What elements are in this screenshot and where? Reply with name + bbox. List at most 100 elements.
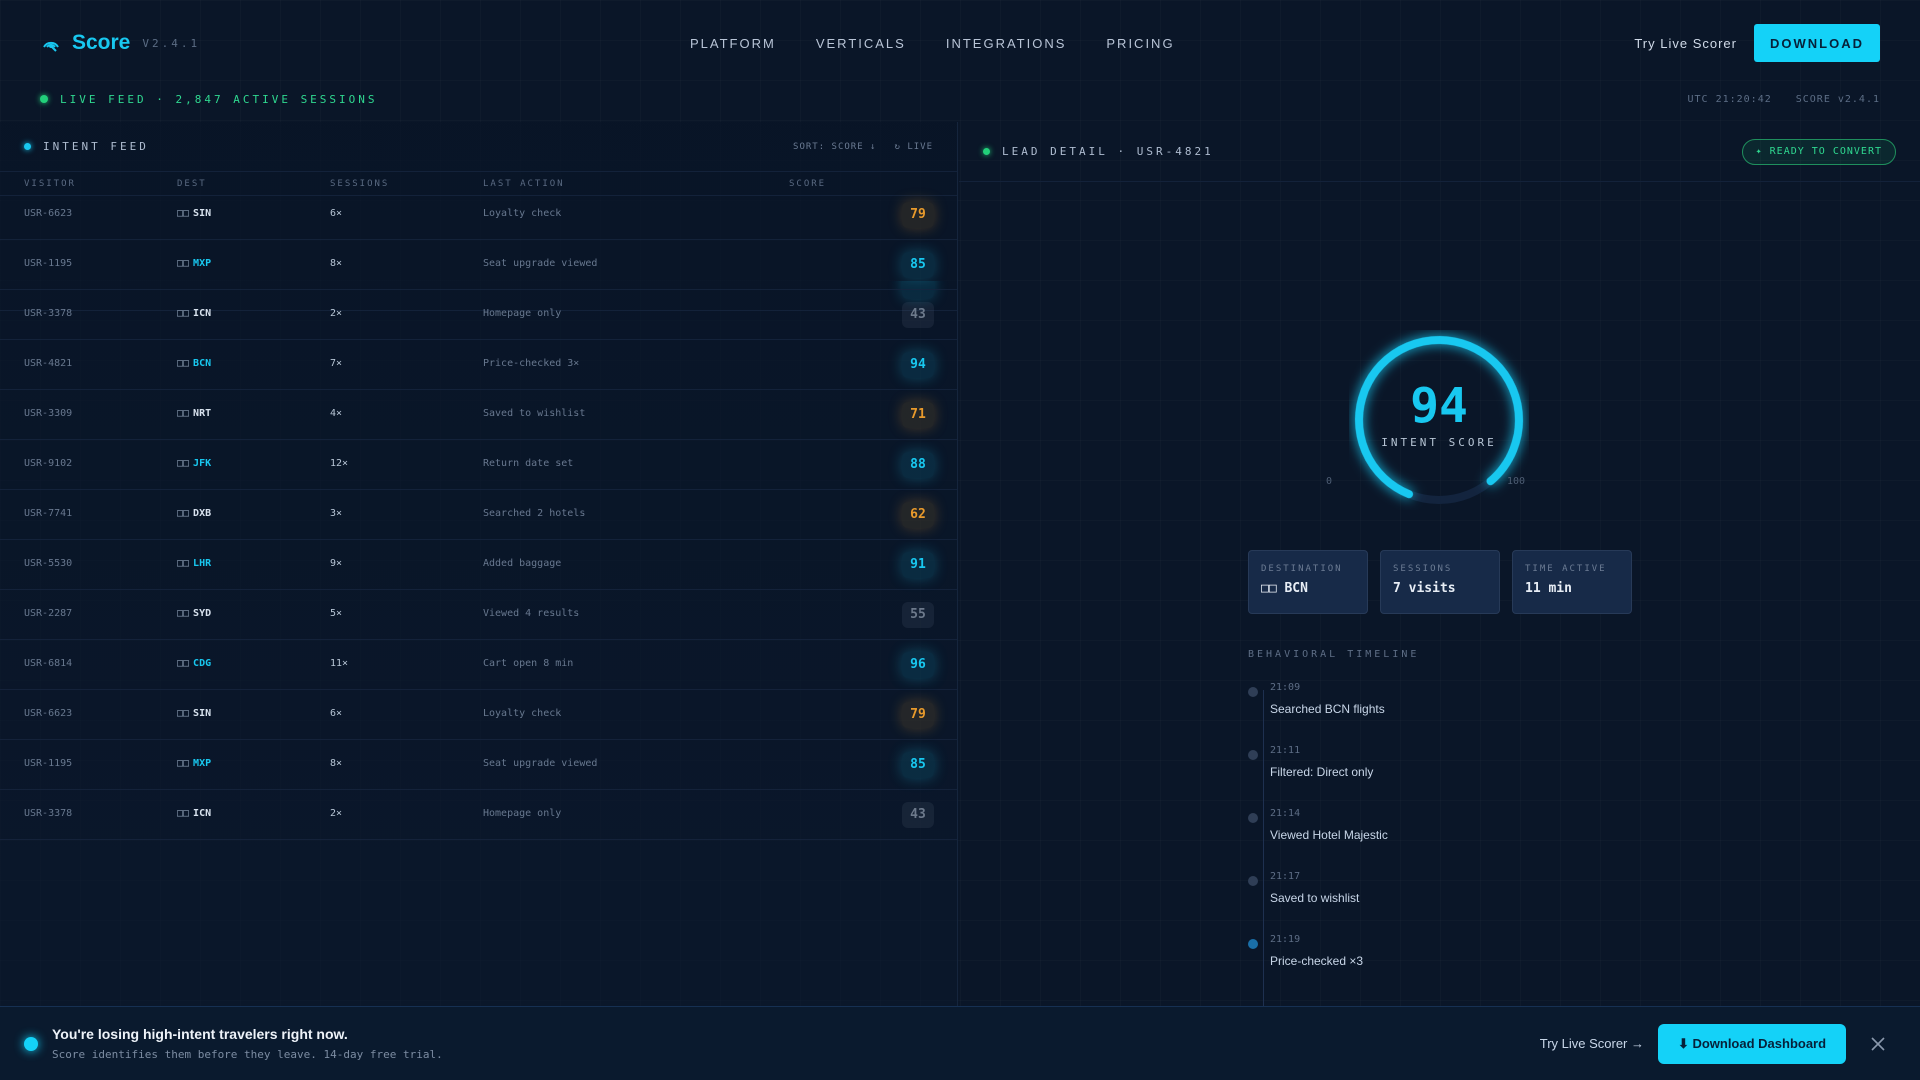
gauge-text: 94 INTENT SCORE: [1349, 330, 1529, 510]
session-count: 2×: [330, 308, 343, 319]
sort-score-control[interactable]: SORT: SCORE ↓: [793, 142, 876, 152]
visitor-id: USR-3378: [24, 808, 73, 819]
table-row[interactable]: USR-6814 □□ CDG 11× Cart open 8 min 96: [0, 640, 957, 690]
col-sessions[interactable]: SESSIONS: [330, 179, 389, 189]
destination-code: SIN: [193, 208, 212, 219]
download-button[interactable]: DOWNLOAD: [1754, 24, 1880, 62]
session-count: 12×: [330, 458, 349, 469]
destination: □□ ICN: [177, 808, 211, 819]
download-dashboard-button[interactable]: ⬇ Download Dashboard: [1658, 1023, 1846, 1064]
table-row[interactable]: USR-3378 □□ ICN 2× Homepage only 43: [0, 290, 957, 340]
session-count: 3×: [330, 508, 343, 519]
utc-clock: UTC 21:20:42: [1687, 93, 1772, 105]
last-action: Return date set: [483, 458, 574, 469]
conversion-banner: You're losing high-intent travelers righ…: [0, 1006, 1920, 1080]
table-row[interactable]: USR-4821 □□ BCN 7× Price-checked 3× 94: [0, 340, 957, 390]
visitor-id: USR-5530: [24, 558, 73, 569]
flag-icon: □□: [177, 608, 190, 619]
nav-platform[interactable]: PLATFORM: [690, 36, 776, 51]
timeline-dot-icon: [1248, 687, 1258, 697]
feed-status-dot: [24, 143, 31, 150]
visitor-id: USR-9102: [24, 458, 73, 469]
table-row[interactable]: USR-1195 □□ MXP 8× Seat upgrade viewed 85: [0, 740, 957, 790]
col-last-action[interactable]: LAST ACTION: [483, 179, 565, 189]
destination-code: SIN: [193, 708, 212, 719]
destination-code: ICN: [193, 808, 212, 819]
top-nav: Score V2.4.1 PLATFORM VERTICALS INTEGRAT…: [0, 0, 1920, 86]
score-badge: 79: [902, 702, 934, 728]
col-score[interactable]: SCORE: [789, 179, 826, 189]
brand[interactable]: Score V2.4.1: [40, 31, 200, 55]
destination: □□ SIN: [177, 708, 211, 719]
nav-links: PLATFORM VERTICALS INTEGRATIONS PRICING: [690, 0, 1175, 86]
last-action: Homepage only: [483, 308, 562, 319]
table-row[interactable]: USR-7741 □□ DXB 3× Searched 2 hotels 62: [0, 490, 957, 540]
visitor-id: USR-3378: [24, 308, 73, 319]
banner-pulse-dot: [24, 1036, 38, 1051]
score-version: SCORE v2.4.1: [1795, 93, 1880, 105]
visitor-id: USR-6623: [24, 208, 73, 219]
nav-integrations[interactable]: INTEGRATIONS: [946, 36, 1067, 51]
timeline-event: Price-checked ×3: [1270, 954, 1364, 968]
stat-destination: DESTINATION □□ BCN: [1248, 550, 1368, 614]
visitor-id: USR-6623: [24, 708, 73, 719]
destination-code: SYD: [193, 608, 212, 619]
timeline-item: 21:09 Searched BCN flights: [1248, 682, 1748, 745]
destination: □□ MXP: [177, 758, 211, 769]
stat-label: TIME ACTIVE: [1525, 564, 1607, 574]
destination-code: BCN: [193, 358, 212, 369]
destination-code: MXP: [193, 758, 212, 769]
intent-feed-panel: INTENT FEED SORT: SCORE ↓ ↻ LIVE VISITOR…: [0, 122, 958, 1006]
flag-icon: □□: [177, 808, 190, 819]
stat-value: 11 min: [1525, 581, 1572, 596]
table-row[interactable]: USR-9102 □□ JFK 12× Return date set 88: [0, 440, 957, 490]
banner-actions: Try Live Scorer → ⬇ Download Dashboard: [1540, 1023, 1896, 1064]
destination: □□ DXB: [177, 508, 211, 519]
flag-icon: □□: [177, 758, 190, 769]
intent-score-value: 94: [1410, 378, 1468, 434]
radar-logo-icon: [43, 41, 59, 52]
flag-icon: □□: [177, 658, 190, 669]
destination: □□ LHR: [177, 558, 211, 569]
lead-detail-panel: LEAD DETAIL · USR-4821 ✦ READY TO CONVER…: [959, 122, 1920, 1006]
destination-code: MXP: [193, 258, 212, 269]
session-count: 9×: [330, 558, 343, 569]
visitor-id: USR-4821: [24, 358, 73, 369]
nav-pricing[interactable]: PRICING: [1106, 36, 1174, 51]
score-badge: 71: [902, 402, 934, 428]
destination: □□ JFK: [177, 458, 211, 469]
flag-icon: □□: [177, 258, 190, 269]
destination: □□ NRT: [177, 408, 211, 419]
timeline-time: 21:14: [1270, 808, 1301, 819]
brand-version: V2.4.1: [142, 36, 201, 50]
session-count: 6×: [330, 208, 343, 219]
live-toggle[interactable]: ↻ LIVE: [894, 142, 933, 152]
table-row[interactable]: USR-6623 □□ SIN 6× Loyalty check 79: [0, 190, 957, 240]
table-row[interactable]: USR-1195 □□ MXP 8× Seat upgrade viewed 85: [0, 240, 957, 290]
flag-icon: □□: [177, 708, 190, 719]
table-row[interactable]: USR-5530 □□ LHR 9× Added baggage 91: [0, 540, 957, 590]
stat-sessions: SESSIONS 7 visits: [1380, 550, 1500, 614]
try-live-scorer-link[interactable]: Try Live Scorer: [1634, 36, 1737, 51]
table-row[interactable]: USR-3309 □□ NRT 4× Saved to wishlist 71: [0, 390, 957, 440]
banner-try-live-link[interactable]: Try Live Scorer →: [1540, 1036, 1644, 1051]
table-row[interactable]: USR-3378 □□ ICN 2× Homepage only 43: [0, 790, 957, 840]
detail-status-dot: [983, 148, 990, 155]
gauge-min-label: 0: [1326, 476, 1333, 487]
last-action: Seat upgrade viewed: [483, 758, 598, 769]
nav-verticals[interactable]: VERTICALS: [816, 36, 906, 51]
destination-code: ICN: [193, 308, 212, 319]
stat-time-active: TIME ACTIVE 11 min: [1512, 550, 1632, 614]
close-banner-button[interactable]: [1860, 1026, 1896, 1062]
session-count: 8×: [330, 758, 343, 769]
timeline-time: 21:17: [1270, 871, 1301, 882]
col-dest[interactable]: DEST: [177, 179, 207, 189]
last-action: Saved to wishlist: [483, 408, 586, 419]
table-row[interactable]: USR-2287 □□ SYD 5× Viewed 4 results 55: [0, 590, 957, 640]
table-row[interactable]: USR-6623 □□ SIN 6× Loyalty check 79: [0, 690, 957, 740]
flag-icon: □□: [177, 208, 190, 219]
col-visitor[interactable]: VISITOR: [24, 179, 76, 189]
timeline-event: Searched BCN flights: [1270, 702, 1385, 716]
destination-code: JFK: [193, 458, 212, 469]
feed-controls: SORT: SCORE ↓ ↻ LIVE: [793, 142, 933, 152]
